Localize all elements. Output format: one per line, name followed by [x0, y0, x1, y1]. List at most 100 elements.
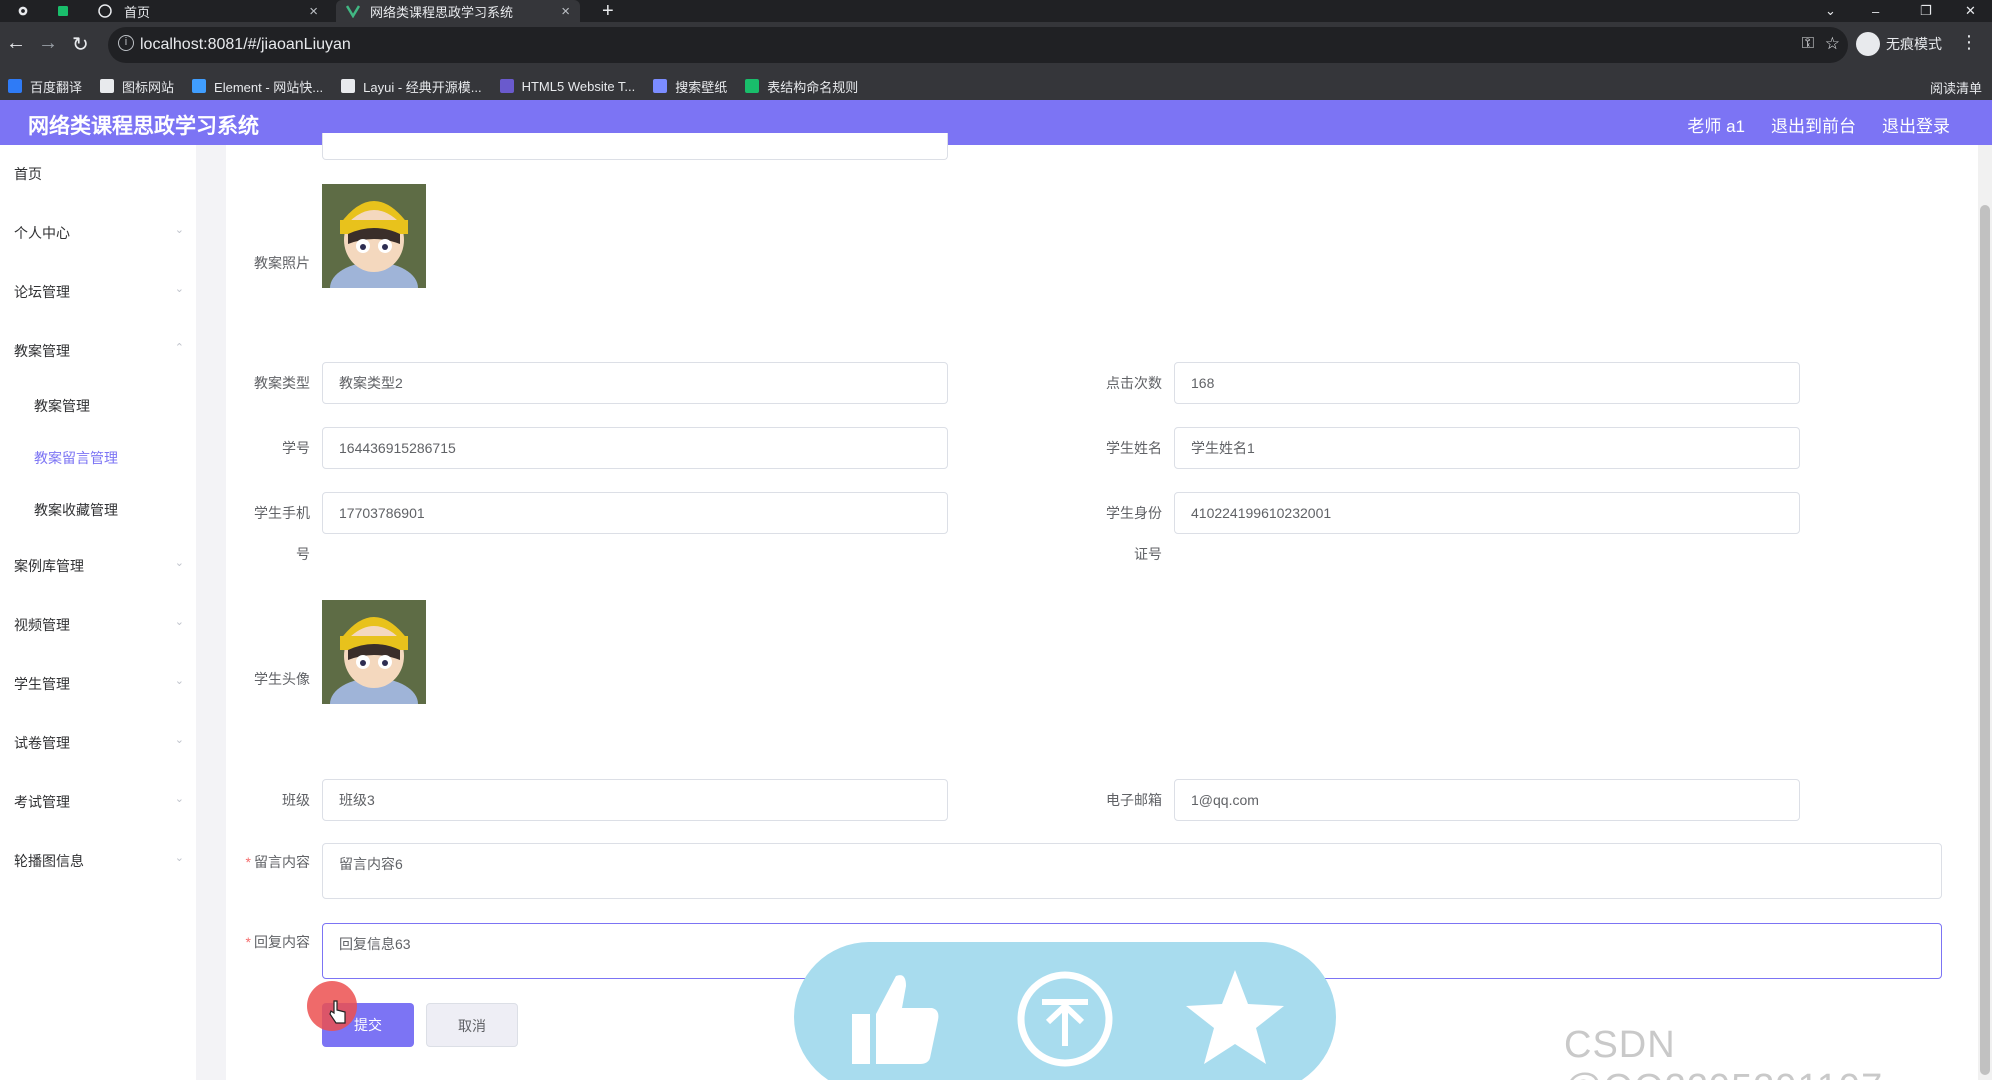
bookmark-item[interactable]: HTML5 Website T...	[499, 79, 635, 94]
back-icon[interactable]: ←	[6, 32, 26, 55]
url-text[interactable]: localhost:8081/#/jiaoanLiuyan	[140, 36, 351, 54]
key-icon[interactable]: ⚿	[1802, 35, 1814, 53]
sidebar-item-carousel[interactable]: 轮播图信息 ⌄	[14, 851, 184, 871]
bookmark-item[interactable]: 表结构命名规则	[745, 77, 858, 96]
forward-icon[interactable]: →	[38, 32, 58, 55]
reading-list-button[interactable]: 阅读清单	[1930, 78, 1982, 97]
scrollbar[interactable]	[1978, 145, 1992, 1080]
tab-active[interactable]: 网络类课程思政学习系统 ×	[336, 0, 580, 22]
form-panel: 教案照片 教案类型 教案类型2 点击次数 168 学号 164436915286…	[226, 133, 1966, 1080]
bookmark-label: 搜索壁纸	[675, 79, 728, 95]
bookmark-label: 百度翻译	[30, 79, 83, 95]
menu-label: 轮播图信息	[14, 853, 84, 869]
close-icon[interactable]: ×	[561, 3, 570, 20]
address-bar[interactable]: i localhost:8081/#/jiaoanLiuyan ⚿ ☆	[108, 27, 1848, 63]
phone-label: 学生手机	[254, 505, 310, 521]
cancel-button[interactable]: 取消	[426, 1003, 518, 1047]
reload-icon[interactable]: ↻	[72, 32, 89, 57]
profile-button[interactable]: 无痕模式	[1856, 32, 1942, 56]
sidebar-item-forum[interactable]: 论坛管理 ⌄	[14, 282, 184, 302]
sidebar-item-lesson-plans[interactable]: 教案管理 ⌃	[14, 341, 184, 361]
clicks-input[interactable]: 168	[1174, 362, 1800, 404]
bookmarks-bar: 百度翻译 图标网站 Element - 网站快... Layui - 经典开源模...…	[0, 72, 1992, 100]
restore-icon[interactable]: ❐	[1910, 0, 1940, 22]
phone-input[interactable]: 17703786901	[322, 492, 948, 534]
new-tab-button[interactable]: +	[592, 0, 622, 22]
logout-link[interactable]: 退出登录	[1882, 112, 1950, 137]
bookmark-item[interactable]: Layui - 经典开源模...	[341, 77, 482, 96]
sidebar-item-profile[interactable]: 个人中心 ⌄	[14, 223, 184, 243]
close-icon[interactable]: ×	[309, 3, 318, 20]
chevron-down-icon: ⌄	[174, 852, 184, 864]
browser-tab-strip: 首页 × 网络类课程思政学习系统 × + ⌄ – ❐ ✕	[0, 0, 1992, 22]
menu-label: 论坛管理	[14, 284, 70, 300]
bookmark-icon	[653, 79, 668, 93]
content-gutter	[196, 145, 226, 1080]
user-label: 老师 a1	[1687, 117, 1745, 136]
coin-icon[interactable]	[1010, 964, 1120, 1074]
close-window-icon[interactable]: ✕	[1955, 0, 1985, 22]
bookmark-label: Element - 网站快...	[214, 79, 324, 95]
submenu-lesson-favorites[interactable]: 教案收藏管理	[34, 500, 118, 520]
id-card-input[interactable]: 410224199610232001	[1174, 492, 1800, 534]
tab-search-icon[interactable]: ⌄	[1815, 0, 1845, 22]
app-header: 网络类课程思政学习系统 老师 a1 退出到前台 退出登录	[0, 100, 1992, 145]
message-label-text: 留言内容	[254, 854, 310, 870]
pinned-tab[interactable]	[48, 0, 78, 22]
submenu-lesson-plans[interactable]: 教案管理	[34, 396, 90, 416]
chevron-down-icon: ⌄	[174, 734, 184, 746]
sidebar-item-exams[interactable]: 考试管理 ⌄	[14, 792, 184, 812]
chevron-up-icon: ⌃	[174, 342, 184, 354]
sidebar-item-case-library[interactable]: 案例库管理 ⌄	[14, 556, 184, 576]
sidebar-item-papers[interactable]: 试卷管理 ⌄	[14, 733, 184, 753]
bookmark-label: 表结构命名规则	[767, 79, 859, 95]
reaction-overlay	[794, 942, 1336, 1080]
scrollbar-thumb[interactable]	[1980, 205, 1990, 1075]
exit-to-front-link[interactable]: 退出到前台	[1771, 112, 1856, 137]
bookmark-item[interactable]: 图标网站	[100, 77, 174, 96]
chrome-menu-icon[interactable]	[8, 0, 38, 22]
star-bookmark-icon[interactable]: ☆	[1825, 34, 1840, 54]
email-label: 电子邮箱	[1106, 792, 1162, 808]
screen: { "browser": { "tabs": [ {"label": "首页"}…	[0, 0, 1992, 1080]
sidebar-item-students[interactable]: 学生管理 ⌄	[14, 674, 184, 694]
menu-label: 试卷管理	[14, 735, 70, 751]
menu-label: 视频管理	[14, 617, 70, 633]
class-label: 班级	[282, 792, 310, 808]
student-name-input[interactable]: 学生姓名1	[1174, 427, 1800, 469]
profile-label: 无痕模式	[1886, 36, 1942, 52]
avatar-label: 学生头像	[254, 671, 310, 687]
phone-label-wrap: 号	[296, 546, 310, 562]
thumbs-up-icon[interactable]	[840, 964, 950, 1074]
message-textarea[interactable]: 留言内容6	[322, 843, 1942, 899]
id-card-label: 学生身份	[1106, 505, 1162, 521]
bookmark-item[interactable]: 搜索壁纸	[653, 77, 727, 96]
star-icon[interactable]	[1180, 964, 1290, 1074]
menu-label: 教案管理	[14, 343, 70, 359]
minimize-icon[interactable]: –	[1862, 0, 1892, 22]
menu-label: 考试管理	[14, 794, 70, 810]
sidebar-item-videos[interactable]: 视频管理 ⌄	[14, 615, 184, 635]
class-input[interactable]: 班级3	[322, 779, 948, 821]
vue-icon	[346, 5, 360, 18]
tab-label: 首页	[124, 4, 151, 20]
tab-home[interactable]: 首页 ×	[88, 0, 328, 22]
bookmark-label: Layui - 经典开源模...	[363, 79, 482, 95]
message-label: * 留言内容	[226, 852, 310, 872]
chevron-down-icon: ⌄	[174, 224, 184, 236]
bookmark-item[interactable]: 百度翻译	[8, 77, 82, 96]
submenu-lesson-messages[interactable]: 教案留言管理	[34, 448, 118, 468]
student-no-input[interactable]: 164436915286715	[322, 427, 948, 469]
sidebar-item-home[interactable]: 首页	[14, 164, 184, 184]
type-input[interactable]: 教案类型2	[322, 362, 948, 404]
info-icon[interactable]: i	[118, 35, 134, 51]
chevron-down-icon: ⌄	[174, 616, 184, 628]
id-card-label-wrap: 证号	[1134, 546, 1162, 562]
email-input[interactable]: 1@qq.com	[1174, 779, 1800, 821]
reply-label: * 回复内容	[226, 932, 310, 952]
title-field-clipped[interactable]	[322, 133, 948, 160]
bookmark-item[interactable]: Element - 网站快...	[192, 77, 323, 96]
more-menu-icon[interactable]: ⋮	[1960, 32, 1978, 53]
chevron-down-icon: ⌄	[174, 793, 184, 805]
globe-icon	[98, 4, 112, 18]
